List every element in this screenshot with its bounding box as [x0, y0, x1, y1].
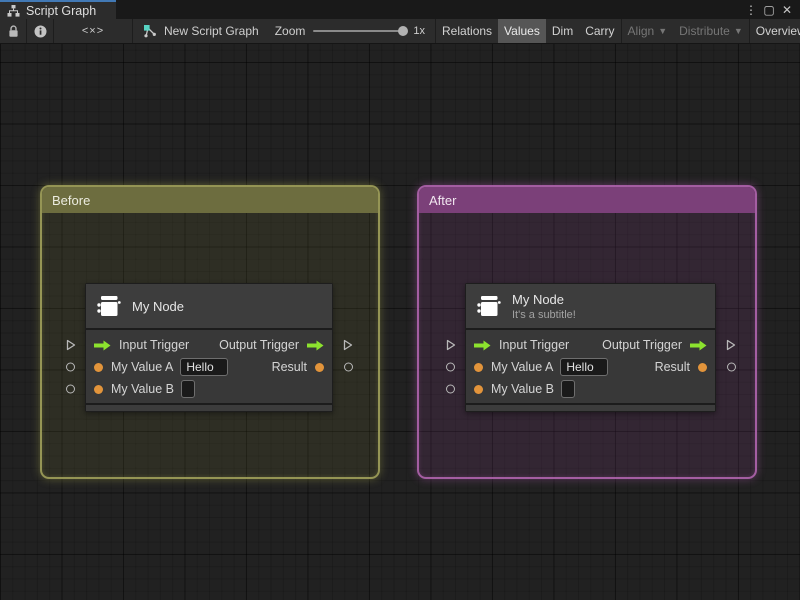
value-port-icon[interactable]	[698, 362, 707, 372]
value-port-icon[interactable]	[94, 384, 103, 394]
value-input-port[interactable]	[66, 384, 75, 394]
value-output-port[interactable]	[727, 362, 736, 372]
node-footer	[466, 403, 715, 411]
toolbar-button-dim[interactable]: Dim	[546, 19, 579, 43]
value-port-icon[interactable]	[474, 362, 483, 372]
node-title: My Node	[512, 291, 565, 307]
value-input[interactable]	[180, 358, 229, 376]
node-row-value-b: My Value B	[66, 378, 332, 400]
node-my-node-before[interactable]: My Node Input Trigger Output Trigger My …	[66, 283, 353, 412]
toolbar-button-distribute[interactable]: Distribute ▼	[673, 19, 749, 43]
value-input-port[interactable]	[446, 384, 455, 394]
port-label: Input Trigger	[119, 338, 190, 352]
code-view-button[interactable]: <×>	[54, 19, 132, 43]
graph-canvas[interactable]: Before After My Node Input Trigger Outpu…	[0, 44, 800, 600]
lock-button[interactable]	[0, 19, 26, 43]
node-row-value-a: My Value A Result	[446, 356, 736, 378]
unit-icon	[97, 296, 121, 316]
flow-input-port[interactable]	[66, 339, 76, 351]
tab-bar: Script Graph ⋮ ▢ ✕	[0, 0, 800, 19]
zoom-slider-handle[interactable]	[398, 26, 409, 36]
group-title: After	[429, 192, 457, 208]
value-input-port[interactable]	[66, 362, 75, 372]
maximize-icon[interactable]: ▢	[761, 3, 777, 17]
flow-arrow-icon[interactable]	[474, 340, 491, 351]
script-graph-asset-icon	[144, 25, 156, 38]
graph-name: New Script Graph	[164, 24, 259, 38]
port-label: Output Trigger	[602, 338, 682, 352]
node-header[interactable]: My Node It's a subtitle!	[466, 284, 715, 330]
info-icon	[34, 25, 46, 37]
toolbar-button-carry[interactable]: Carry	[579, 19, 620, 43]
port-label: My Value B	[111, 382, 174, 396]
node-footer	[86, 403, 332, 411]
value-port-icon[interactable]	[94, 362, 103, 372]
flow-arrow-icon[interactable]	[94, 340, 111, 351]
flow-arrow-icon[interactable]	[307, 340, 324, 351]
window-controls: ⋮ ▢ ✕	[743, 0, 800, 19]
toolbar-button-relations[interactable]: Relations	[436, 19, 498, 43]
group-header[interactable]: After	[419, 187, 755, 213]
chevron-down-icon: ▼	[658, 25, 668, 36]
node-my-node-after[interactable]: My Node It's a subtitle! Input Trigger O…	[446, 283, 736, 412]
node-title: My Node	[132, 298, 185, 314]
zoom-label: Zoom	[274, 24, 306, 38]
port-label: Input Trigger	[499, 338, 570, 352]
tab-script-graph[interactable]: Script Graph	[0, 0, 116, 19]
value-input[interactable]	[560, 358, 609, 376]
graph-hierarchy-icon	[7, 4, 20, 17]
port-label: My Value A	[491, 360, 554, 374]
node-subtitle: It's a subtitle!	[512, 308, 576, 321]
node-rows: Input Trigger Output Trigger My Value A …	[446, 330, 736, 403]
group-header[interactable]: Before	[42, 187, 378, 213]
port-label: My Value A	[111, 360, 174, 374]
menu-kebab-icon[interactable]: ⋮	[743, 3, 759, 17]
node-rows: Input Trigger Output Trigger My Value A …	[66, 330, 353, 403]
graph-title-area: New Script Graph	[133, 19, 271, 43]
value-input[interactable]	[561, 380, 575, 398]
chevron-down-icon: ▼	[733, 25, 743, 36]
flow-input-port[interactable]	[446, 339, 456, 351]
zoom-control: Zoom 1x	[271, 19, 435, 43]
port-label: Output Trigger	[219, 338, 299, 352]
group-title: Before	[52, 192, 91, 208]
value-output-port[interactable]	[344, 362, 353, 372]
value-port-icon[interactable]	[315, 362, 324, 372]
node-row-trigger: Input Trigger Output Trigger	[66, 334, 353, 356]
script-graph-window: Script Graph ⋮ ▢ ✕ <×> New Script Graph …	[0, 0, 800, 600]
node-header[interactable]: My Node	[86, 284, 332, 330]
flow-output-port[interactable]	[343, 339, 353, 351]
toolbar-button-align[interactable]: Align ▼	[622, 19, 674, 43]
toolbar-button-values[interactable]: Values	[498, 19, 546, 43]
value-port-icon[interactable]	[474, 384, 483, 394]
port-label: My Value B	[491, 382, 554, 396]
toolbar-button-overview[interactable]: Overview	[750, 19, 800, 43]
tab-title: Script Graph	[26, 3, 97, 18]
value-input[interactable]	[181, 380, 195, 398]
value-input-port[interactable]	[446, 362, 455, 372]
zoom-value: 1x	[413, 25, 426, 37]
port-label: Result	[654, 360, 690, 374]
node-row-value-b: My Value B	[446, 378, 715, 400]
info-button[interactable]	[27, 19, 53, 43]
lock-icon	[8, 24, 18, 37]
flow-output-port[interactable]	[726, 339, 736, 351]
node-row-value-a: My Value A Result	[66, 356, 353, 378]
close-icon[interactable]: ✕	[779, 3, 795, 17]
port-label: Result	[271, 360, 307, 374]
unit-icon	[477, 296, 501, 316]
graph-toolbar: <×> New Script Graph Zoom 1x Relations V…	[0, 19, 800, 44]
zoom-slider[interactable]	[313, 26, 409, 36]
flow-arrow-icon[interactable]	[690, 340, 707, 351]
node-row-trigger: Input Trigger Output Trigger	[446, 334, 736, 356]
